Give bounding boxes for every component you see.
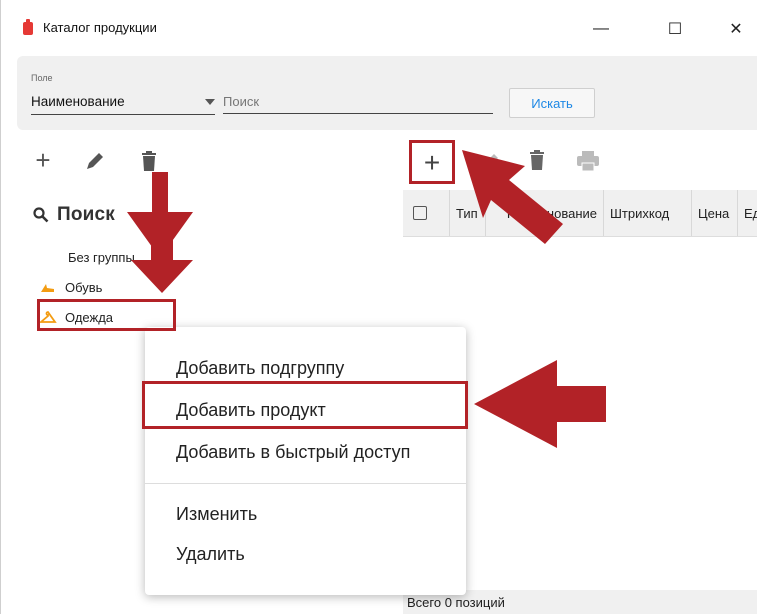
menu-item-edit[interactable]: Изменить	[145, 495, 466, 533]
group-item-label: Обувь	[65, 279, 103, 295]
select-all-checkbox[interactable]	[413, 206, 427, 220]
select-all-column	[413, 190, 443, 236]
arrow-down-2-icon	[131, 222, 193, 293]
edit-group-icon[interactable]	[83, 149, 107, 173]
group-item-no-group[interactable]: Без группы	[68, 246, 135, 268]
column-header-type[interactable]: Тип	[449, 190, 485, 236]
menu-item-add-quick-access[interactable]: Добавить в быстрый доступ	[145, 433, 466, 471]
clothes-highlight	[37, 299, 176, 331]
field-caption: Поле	[31, 73, 53, 83]
total-count: Всего 0 позиций	[407, 595, 505, 610]
maximize-button[interactable]: ☐	[655, 14, 695, 44]
catalog-window: Каталог продукции — ☐ ✕ Поле Наименовани…	[0, 0, 757, 614]
print-icon[interactable]	[575, 150, 601, 172]
search-icon	[33, 207, 49, 223]
column-header-price[interactable]: Цена	[691, 190, 737, 236]
column-header-name[interactable]: Наименование	[485, 190, 603, 236]
close-button[interactable]: ✕	[716, 14, 756, 44]
column-header-unit[interactable]: Ед	[737, 190, 757, 236]
context-menu: Добавить подгруппу Добавить продукт Доба…	[145, 327, 466, 595]
search-panel: Поле Наименование Искать	[17, 56, 757, 130]
arrow-down-1-icon	[127, 172, 193, 258]
search-input[interactable]	[223, 90, 493, 114]
field-select[interactable]: Наименование	[31, 90, 215, 115]
group-search-label: Поиск	[57, 204, 116, 225]
add-product-icon[interactable]: +	[417, 147, 447, 178]
field-select-value: Наименование	[31, 94, 125, 109]
menu-divider	[145, 483, 466, 484]
delete-group-icon[interactable]	[137, 149, 161, 173]
edit-product-icon[interactable]	[479, 151, 501, 173]
search-button[interactable]: Искать	[509, 88, 595, 118]
window-title: Каталог продукции	[43, 20, 157, 35]
group-item-label: Без группы	[68, 249, 135, 265]
delete-product-icon[interactable]	[526, 149, 548, 171]
title-bar: Каталог продукции — ☐ ✕	[1, 0, 757, 56]
group-item-shoes[interactable]: Обувь	[39, 276, 102, 298]
add-group-icon[interactable]: +	[31, 145, 55, 175]
app-icon	[23, 19, 33, 35]
minimize-button[interactable]: —	[581, 14, 621, 44]
dropdown-arrow-icon	[205, 99, 215, 105]
group-search[interactable]: Поиск	[33, 202, 115, 228]
add-product-menu-highlight	[142, 381, 468, 429]
menu-item-delete[interactable]: Удалить	[145, 535, 466, 573]
column-header-barcode[interactable]: Штрихкод	[603, 190, 691, 236]
shoe-icon	[39, 280, 57, 294]
products-table-header: Тип Наименование Штрихкод Цена Ед	[403, 190, 757, 237]
